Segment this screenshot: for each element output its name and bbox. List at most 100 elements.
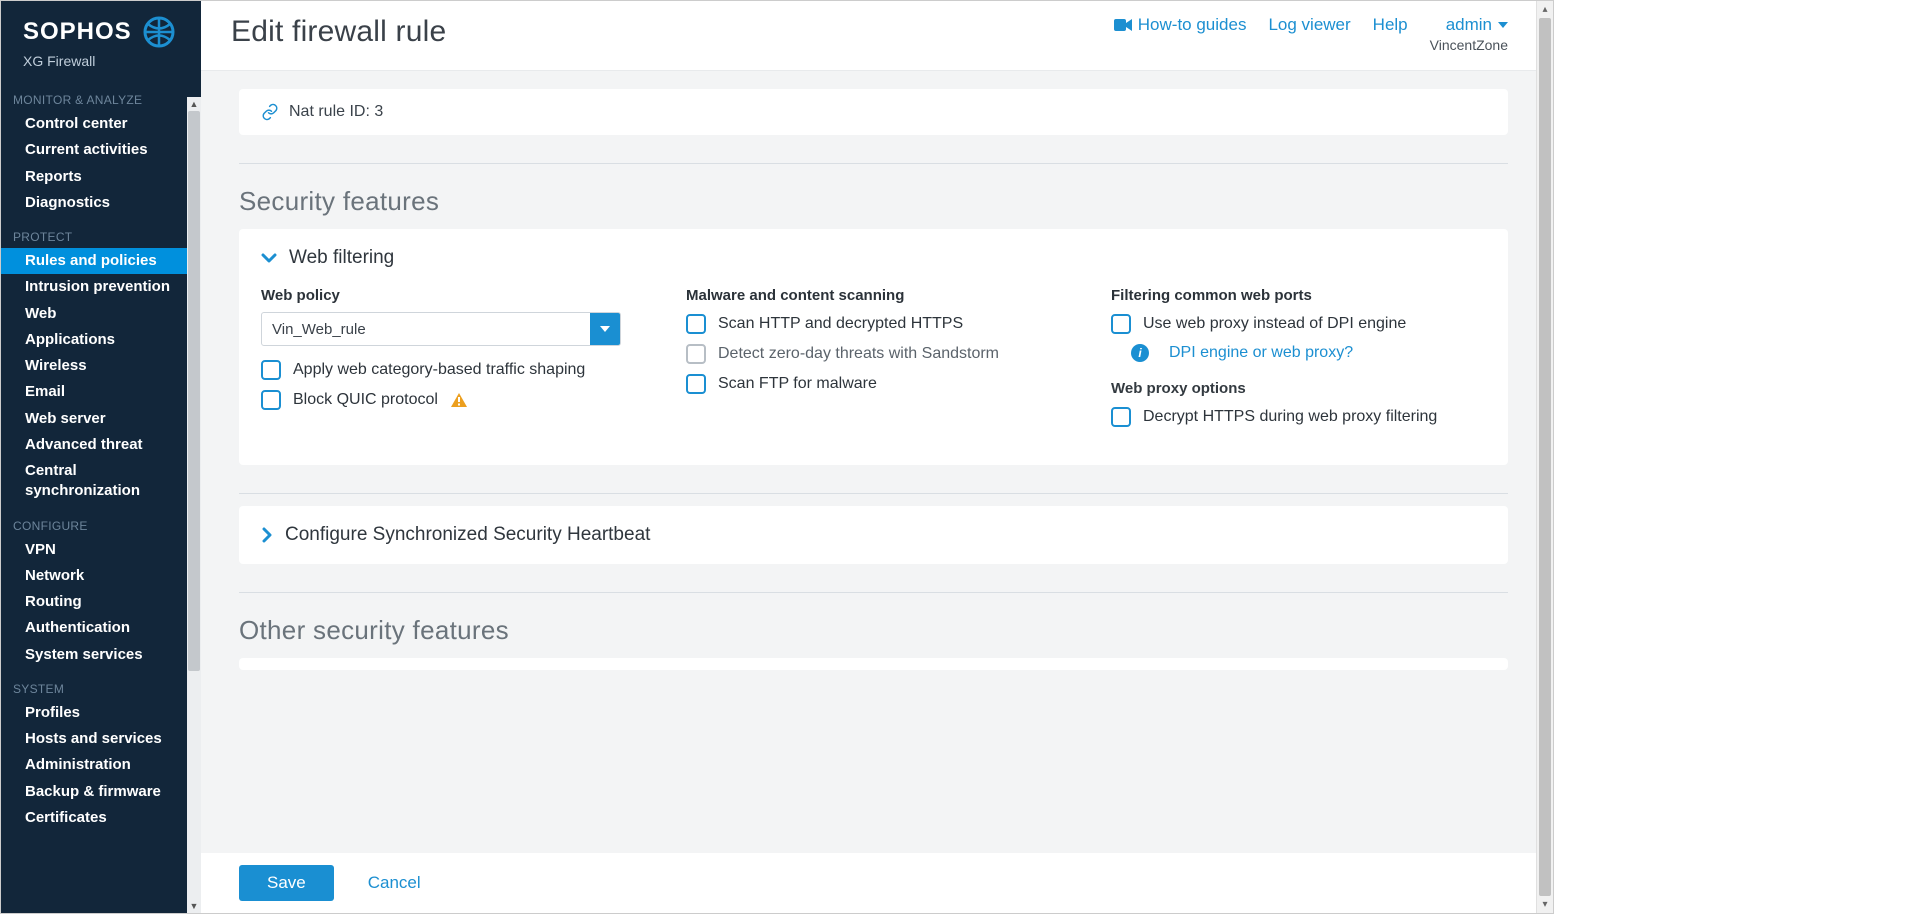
nav-section-configure: CONFIGURE bbox=[1, 505, 201, 537]
sync-heartbeat-title: Configure Synchronized Security Heartbea… bbox=[285, 524, 650, 546]
scroll-up-icon[interactable]: ▴ bbox=[1537, 1, 1554, 18]
nav-rules-policies[interactable]: Rules and policies bbox=[1, 248, 201, 274]
scan-ftp-label: Scan FTP for malware bbox=[718, 375, 877, 393]
content-scroll[interactable]: Nat rule ID: 3 Security features Web fil… bbox=[201, 71, 1536, 913]
sidebar-scrollbar[interactable]: ▲ ▼ bbox=[187, 97, 201, 913]
help-link[interactable]: Help bbox=[1373, 15, 1408, 35]
log-viewer-link[interactable]: Log viewer bbox=[1268, 15, 1350, 35]
zone-label: VincentZone bbox=[1430, 37, 1508, 53]
security-features-heading: Security features bbox=[239, 186, 1508, 217]
scroll-down-icon[interactable]: ▼ bbox=[187, 899, 201, 913]
nav-routing[interactable]: Routing bbox=[1, 589, 201, 615]
nav-network[interactable]: Network bbox=[1, 563, 201, 589]
select-dropdown-button[interactable] bbox=[590, 313, 620, 345]
malware-heading: Malware and content scanning bbox=[686, 287, 1061, 304]
howto-guides-label: How-to guides bbox=[1138, 15, 1247, 35]
cancel-button[interactable]: Cancel bbox=[362, 872, 427, 894]
web-filtering-toggle[interactable]: Web filtering bbox=[261, 247, 1486, 269]
web-proxy-options-heading: Web proxy options bbox=[1111, 380, 1486, 397]
filtering-ports-column: Filtering common web ports Use web proxy… bbox=[1111, 287, 1486, 437]
use-proxy-label: Use web proxy instead of DPI engine bbox=[1143, 315, 1406, 333]
scan-http-checkbox[interactable]: Scan HTTP and decrypted HTTPS bbox=[686, 314, 1061, 334]
chevron-down-icon bbox=[600, 326, 610, 332]
nav-control-center[interactable]: Control center bbox=[1, 111, 201, 137]
nav-applications[interactable]: Applications bbox=[1, 327, 201, 353]
nav-central-sync[interactable]: Central synchronization bbox=[1, 458, 201, 505]
nav-administration[interactable]: Administration bbox=[1, 752, 201, 778]
detect-zero-day-checkbox: Detect zero-day threats with Sandstorm bbox=[686, 344, 1061, 364]
chevron-down-icon bbox=[261, 252, 277, 264]
web-policy-column: Web policy Vin_Web_rule Apply web catego… bbox=[261, 287, 636, 437]
nav-certificates[interactable]: Certificates bbox=[1, 805, 201, 831]
nav-vpn[interactable]: VPN bbox=[1, 537, 201, 563]
nav-system-services[interactable]: System services bbox=[1, 642, 201, 668]
malware-column: Malware and content scanning Scan HTTP a… bbox=[686, 287, 1061, 437]
nav-web-server[interactable]: Web server bbox=[1, 406, 201, 432]
apply-shaping-checkbox[interactable]: Apply web category-based traffic shaping bbox=[261, 360, 636, 380]
scroll-down-icon[interactable]: ▾ bbox=[1537, 896, 1554, 913]
page-title: Edit firewall rule bbox=[231, 15, 1114, 49]
nav-section-system: SYSTEM bbox=[1, 668, 201, 700]
brand-block: SOPHOS XG Firewall bbox=[1, 1, 201, 79]
decrypt-https-checkbox[interactable]: Decrypt HTTPS during web proxy filtering bbox=[1111, 407, 1486, 427]
nav-wireless[interactable]: Wireless bbox=[1, 353, 201, 379]
decrypt-https-label: Decrypt HTTPS during web proxy filtering bbox=[1143, 408, 1437, 426]
scan-http-label: Scan HTTP and decrypted HTTPS bbox=[718, 315, 963, 333]
checkbox-icon bbox=[261, 360, 281, 380]
nav-advanced-threat[interactable]: Advanced threat bbox=[1, 432, 201, 458]
checkbox-icon bbox=[1111, 314, 1131, 334]
howto-guides-link[interactable]: How-to guides bbox=[1114, 15, 1247, 35]
block-quic-checkbox[interactable]: Block QUIC protocol bbox=[261, 390, 636, 410]
checkbox-icon bbox=[686, 374, 706, 394]
block-quic-label: Block QUIC protocol bbox=[293, 391, 438, 409]
save-button[interactable]: Save bbox=[239, 865, 334, 901]
detect-zero-day-label: Detect zero-day threats with Sandstorm bbox=[718, 345, 999, 363]
nav-email[interactable]: Email bbox=[1, 379, 201, 405]
other-security-heading: Other security features bbox=[239, 615, 1508, 646]
nav-reports[interactable]: Reports bbox=[1, 164, 201, 190]
top-links: How-to guides Log viewer Help admin Vinc… bbox=[1114, 15, 1508, 53]
admin-label: admin bbox=[1446, 15, 1492, 35]
nav-section-protect: PROTECT bbox=[1, 216, 201, 248]
sync-heartbeat-toggle[interactable]: Configure Synchronized Security Heartbea… bbox=[261, 524, 1486, 546]
other-security-panel-stub bbox=[239, 658, 1508, 670]
link-icon bbox=[261, 103, 279, 121]
web-filtering-panel: Web filtering Web policy Vin_Web_rule Ap… bbox=[239, 229, 1508, 465]
nav-hosts-services[interactable]: Hosts and services bbox=[1, 726, 201, 752]
scan-ftp-checkbox[interactable]: Scan FTP for malware bbox=[686, 374, 1061, 394]
checkbox-icon bbox=[686, 344, 706, 364]
nav-profiles[interactable]: Profiles bbox=[1, 700, 201, 726]
web-policy-select[interactable]: Vin_Web_rule bbox=[261, 312, 621, 346]
use-proxy-checkbox[interactable]: Use web proxy instead of DPI engine bbox=[1111, 314, 1486, 334]
brand-name: SOPHOS bbox=[23, 18, 132, 46]
checkbox-icon bbox=[686, 314, 706, 334]
window-scrollbar[interactable]: ▴ ▾ bbox=[1536, 1, 1553, 913]
dpi-help-link[interactable]: DPI engine or web proxy? bbox=[1169, 344, 1353, 362]
info-icon: i bbox=[1131, 344, 1149, 362]
topbar: Edit firewall rule How-to guides Log vie… bbox=[201, 1, 1536, 71]
nav-intrusion-prevention[interactable]: Intrusion prevention bbox=[1, 274, 201, 300]
web-filtering-title: Web filtering bbox=[289, 247, 394, 269]
divider bbox=[239, 592, 1508, 593]
sidebar-nav: MONITOR & ANALYZE Control center Current… bbox=[1, 79, 201, 913]
nav-authentication[interactable]: Authentication bbox=[1, 615, 201, 641]
nav-backup-firmware[interactable]: Backup & firmware bbox=[1, 779, 201, 805]
nav-current-activities[interactable]: Current activities bbox=[1, 137, 201, 163]
footer-bar: Save Cancel bbox=[201, 853, 1536, 913]
apply-shaping-label: Apply web category-based traffic shaping bbox=[293, 361, 585, 379]
sidebar: SOPHOS XG Firewall MONITOR & ANALYZE Con… bbox=[1, 1, 201, 913]
checkbox-icon bbox=[1111, 407, 1131, 427]
scroll-up-icon[interactable]: ▲ bbox=[187, 97, 201, 111]
nav-section-monitor: MONITOR & ANALYZE bbox=[1, 79, 201, 111]
nav-diagnostics[interactable]: Diagnostics bbox=[1, 190, 201, 216]
sidebar-scroll-thumb[interactable] bbox=[188, 111, 200, 671]
chevron-right-icon bbox=[261, 527, 273, 543]
main-area: Edit firewall rule How-to guides Log vie… bbox=[201, 1, 1536, 913]
window-scroll-thumb[interactable] bbox=[1539, 18, 1551, 896]
nat-rule-id: Nat rule ID: 3 bbox=[289, 103, 383, 121]
brand-globe-icon bbox=[142, 15, 176, 49]
web-policy-value: Vin_Web_rule bbox=[262, 313, 590, 345]
admin-menu[interactable]: admin VincentZone bbox=[1430, 15, 1508, 53]
nav-web[interactable]: Web bbox=[1, 301, 201, 327]
warning-icon bbox=[450, 392, 468, 408]
